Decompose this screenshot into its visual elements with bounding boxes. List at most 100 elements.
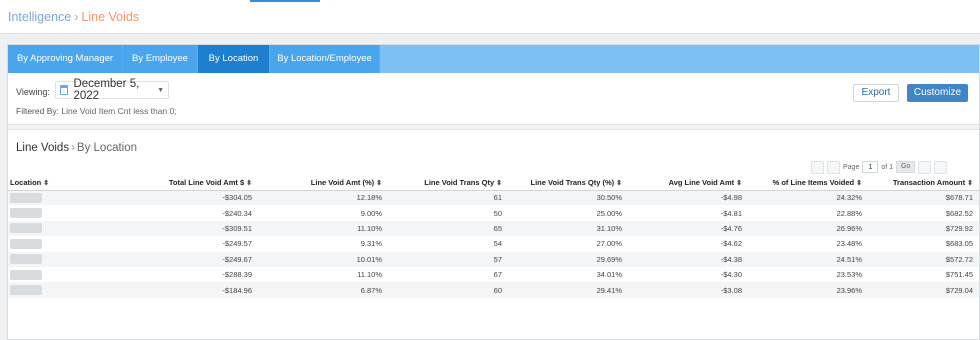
table-cell: $682.52 <box>945 208 973 218</box>
table-cell: $683.05 <box>945 239 973 249</box>
redacted-location <box>10 238 42 249</box>
date-picker[interactable]: December 5, 2022 ▼ <box>55 78 169 102</box>
section-title-main: Line Voids <box>16 142 70 154</box>
redacted-location <box>10 208 42 219</box>
line-voids-table: Location ⬍ Total Line Void Amt $ ⬍ Line Void… <box>8 176 979 298</box>
page-of-label: of 1 <box>881 163 894 171</box>
chevron-down-icon: ▼ <box>157 86 164 94</box>
last-page-button[interactable] <box>934 160 948 174</box>
table-row[interactable]: -$240.34 9.00% 50 25.00% -$4.81 22.88% $682.52 <box>8 205 979 220</box>
header-accent-line <box>250 0 320 2</box>
table-cell: 9.31% <box>360 239 382 249</box>
tab-by-location-employee[interactable]: By Location/Employee <box>270 45 380 73</box>
table-cell: -$4.81 <box>720 208 742 218</box>
redacted-location <box>10 192 42 203</box>
customize-button[interactable]: Customize <box>907 84 968 102</box>
table-cell: 10.01% <box>258 251 388 267</box>
section-title: Line Voids › By Location <box>16 142 137 154</box>
table-row[interactable]: -$309.51 11.10% 65 31.10% -$4.76 26.96% $729.9… <box>8 220 979 237</box>
table-cell: -$304.05 <box>128 190 258 206</box>
table-cell: 54 <box>493 239 502 249</box>
table-cell: -$288.39 <box>222 270 252 280</box>
location-cell <box>8 236 128 251</box>
page-input[interactable]: 1 <box>862 161 879 173</box>
breadcrumb-root-link[interactable]: Intelligence <box>8 10 71 24</box>
calendar-icon <box>60 85 69 95</box>
table-cell: -$4.62 <box>720 239 742 249</box>
table-cell: -$240.34 <box>222 208 252 218</box>
table-cell: 26.96% <box>748 220 868 237</box>
filtered-label: Filtered By: <box>16 106 59 116</box>
date-value: December 5, 2022 <box>73 78 140 102</box>
table-cell: $729.92 <box>868 220 979 237</box>
table-cell: -$249.57 <box>222 239 252 249</box>
column-header-label: Location <box>10 178 42 188</box>
table-cell: -$3.08 <box>628 282 748 298</box>
section-subtitle: By Location <box>76 142 138 154</box>
table-cell: 9.00% <box>360 208 382 218</box>
table-cell: 29.41% <box>508 282 628 298</box>
location-cell <box>8 190 128 206</box>
table-cell: 24.32% <box>748 190 868 206</box>
table-cell: 60 <box>388 282 508 298</box>
table-cell: 24.51% <box>748 251 868 267</box>
tab-by-employee[interactable]: By Employee <box>123 45 198 73</box>
location-cell <box>8 205 128 220</box>
sort-icon: ⬍ <box>967 180 973 188</box>
column-header[interactable]: Transaction Amount ⬍ <box>868 176 979 191</box>
table-cell: 22.88% <box>836 208 862 218</box>
first-page-button[interactable] <box>811 160 824 174</box>
table-row[interactable]: -$249.67 10.01% 57 29.69% -$4.38 24.51% $572.7… <box>8 251 979 267</box>
table-cell: 12.18% <box>258 190 388 206</box>
column-header[interactable]: Line Void Amt (%) ⬍ <box>258 176 388 191</box>
column-header-label: Total Line Void Amt $ <box>168 178 245 188</box>
table-row[interactable]: -$249.57 9.31% 54 27.00% -$4.62 23.48% $683.05 <box>8 236 979 251</box>
table-cell: 6.87% <box>258 282 388 298</box>
column-header-label: Line Void Trans Qty (%) <box>530 178 615 188</box>
export-button[interactable]: Export <box>853 84 899 102</box>
column-header[interactable]: Location ⬍ <box>8 176 128 191</box>
report-tabs: By Approving Manager By Employee By Loca… <box>8 45 979 78</box>
table-cell: 23.96% <box>748 282 868 298</box>
table-cell: 34.01% <box>596 270 622 280</box>
table-cell: 23.53% <box>836 270 862 280</box>
column-header[interactable]: Line Void Trans Qty ⬍ <box>388 176 508 191</box>
prev-page-button[interactable] <box>827 160 840 174</box>
table-cell: 61 <box>388 190 508 206</box>
column-header[interactable]: Avg Line Void Amt ⬍ <box>628 176 748 191</box>
column-header[interactable]: % of Line Items Voided ⬍ <box>748 176 868 191</box>
table-header-row: Location ⬍ Total Line Void Amt $ ⬍ Line Void… <box>8 176 979 191</box>
table-cell: 30.50% <box>508 190 628 206</box>
location-cell <box>8 220 128 237</box>
column-header-label: Line Void Amt (%) <box>310 178 375 188</box>
redacted-location <box>10 223 42 234</box>
table-row[interactable]: -$184.96 6.87% 60 29.41% -$3.08 23.96% $729.04 <box>8 282 979 298</box>
tab-by-location[interactable]: By Location <box>198 45 270 78</box>
table-row[interactable]: -$288.39 11.10% 67 34.01% -$4.30 23.53% $751.4… <box>8 267 979 282</box>
column-header[interactable]: Line Void Trans Qty (%) ⬍ <box>508 176 628 191</box>
breadcrumb-separator: › <box>74 10 79 24</box>
column-header[interactable]: Total Line Void Amt $ ⬍ <box>128 176 258 191</box>
table-cell: 57 <box>388 251 508 267</box>
breadcrumb: Intelligence › Line Voids <box>8 10 139 24</box>
filter-summary: Filtered By: Line Void Item Cnt less tha… <box>16 106 177 116</box>
table-cell: 29.69% <box>508 251 628 267</box>
table-cell: -$309.51 <box>128 220 258 237</box>
location-cell <box>8 267 128 282</box>
sort-icon: ⬍ <box>246 180 252 188</box>
redacted-location <box>10 269 42 280</box>
table-cell: -$249.67 <box>128 251 258 267</box>
sort-icon: ⬍ <box>616 180 622 188</box>
column-header-label: Line Void Trans Qty <box>424 178 495 188</box>
sort-icon: ⬍ <box>736 180 742 188</box>
table-cell: 11.10% <box>357 270 382 280</box>
table-cell: 11.10% <box>258 220 388 237</box>
tab-by-approving-manager[interactable]: By Approving Manager <box>8 45 123 73</box>
redacted-location <box>10 254 42 265</box>
go-button[interactable]: Go <box>896 161 916 173</box>
next-page-button[interactable] <box>918 160 932 174</box>
table-cell: 23.48% <box>836 239 862 249</box>
location-cell <box>8 282 128 298</box>
table-cell: 31.10% <box>508 220 628 237</box>
table-row[interactable]: -$304.05 12.18% 61 30.50% -$4.98 24.32% $678.7… <box>8 190 979 206</box>
